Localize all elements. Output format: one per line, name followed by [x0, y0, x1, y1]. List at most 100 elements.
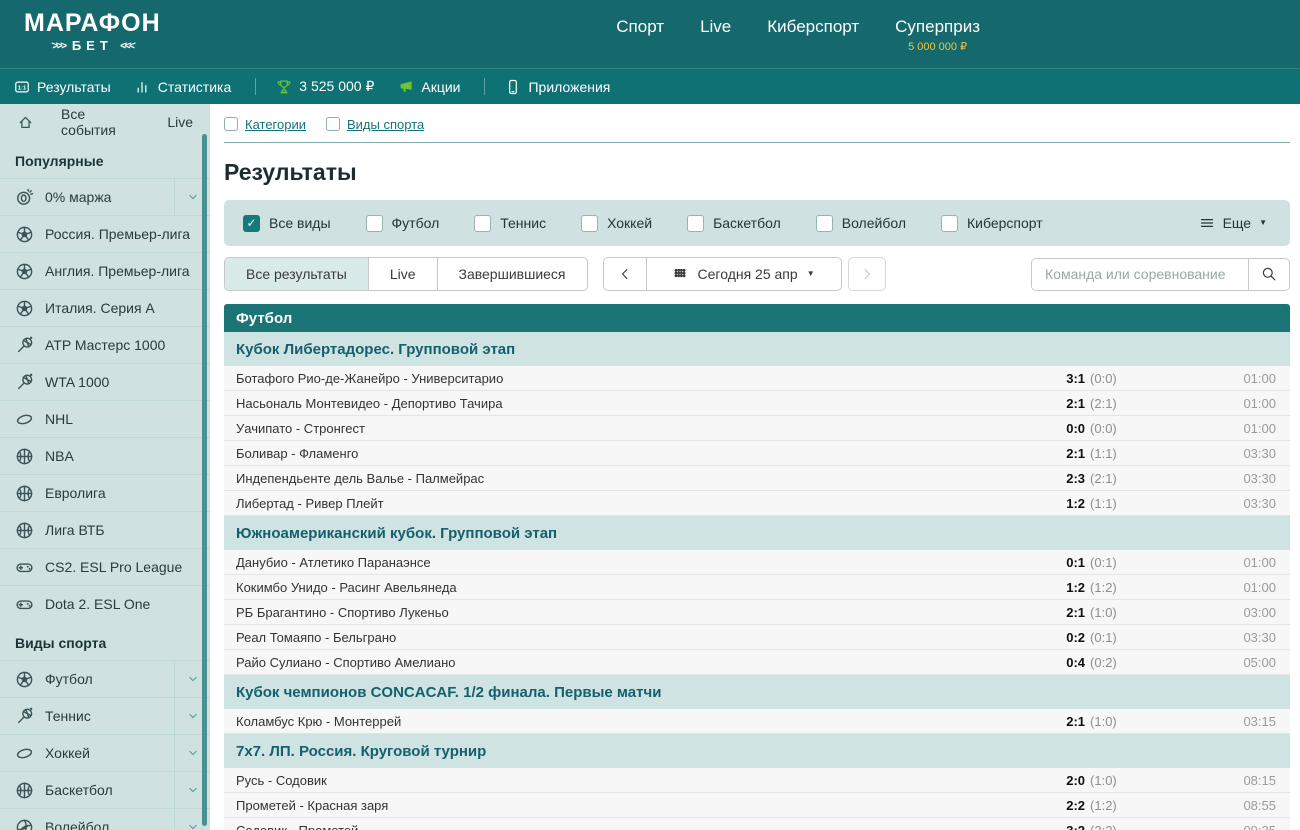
match-row[interactable]: Коламбус Крю - Монтеррей2:1(1:0)03:15 — [224, 709, 1290, 734]
gamepad-icon — [15, 558, 34, 577]
football-icon — [15, 670, 34, 689]
sidebar-item[interactable]: Dota 2. ESL One — [0, 585, 210, 622]
divider — [224, 142, 1290, 143]
match-teams: Насьональ Монтевидео - Депортиво Тачира — [236, 396, 979, 411]
categories-checkbox[interactable] — [224, 117, 238, 131]
sport-filter-футбол[interactable]: Футбол — [366, 215, 440, 232]
sidebar-scrollbar[interactable] — [202, 134, 207, 826]
sport-filter-checkbox[interactable] — [816, 215, 833, 232]
sport-filter-баскетбол[interactable]: Баскетбол — [687, 215, 781, 232]
result-tab-все-результаты[interactable]: Все результаты — [225, 258, 369, 290]
sidebar-item[interactable]: Хоккей — [0, 734, 210, 771]
main-nav-label: Спорт — [616, 17, 664, 37]
match-time: 03:30 — [1204, 630, 1290, 645]
sidebar-item[interactable]: Лига ВТБ — [0, 511, 210, 548]
match-time: 09:35 — [1204, 823, 1290, 830]
sidebar-item-label: WTA 1000 — [45, 374, 210, 390]
categories-toggle[interactable]: Категории — [224, 117, 306, 132]
match-teams: Уачипато - Стронгест — [236, 421, 979, 436]
search-button[interactable] — [1248, 259, 1289, 290]
sport-kinds-checkbox[interactable] — [326, 117, 340, 131]
sidebar-item[interactable]: Теннис — [0, 697, 210, 734]
main-nav-item-киберспорт[interactable]: Киберспорт — [767, 17, 859, 68]
main-nav-item-live[interactable]: Live — [700, 17, 731, 68]
more-filters-button[interactable]: Еще ▼ — [1199, 215, 1267, 231]
match-teams: Индепендьенте дель Валье - Палмейрас — [236, 471, 979, 486]
sidebar-item[interactable]: 0% маржа — [0, 178, 210, 215]
sport-filter-checkbox[interactable]: ✓ — [243, 215, 260, 232]
sidebar-tab-live[interactable]: Live — [167, 114, 193, 130]
match-row[interactable]: Русь - Содовик2:0(1:0)08:15 — [224, 768, 1290, 793]
sidebar-item-label: Хоккей — [45, 745, 168, 761]
main-nav-item-спорт[interactable]: Спорт — [616, 17, 664, 68]
sport-filter-checkbox[interactable] — [474, 215, 491, 232]
sidebar-item-label: Россия. Премьер-лига — [45, 226, 210, 242]
sidebar-item[interactable]: NHL — [0, 400, 210, 437]
sport-filter-киберспорт[interactable]: Киберспорт — [941, 215, 1043, 232]
sport-filter-checkbox[interactable] — [941, 215, 958, 232]
match-row[interactable]: Содовик - Прометей3:2(2:2)09:35 — [224, 818, 1290, 830]
sport-filter-все-виды[interactable]: ✓ Все виды — [243, 215, 331, 232]
sport-kinds-toggle[interactable]: Виды спорта — [326, 117, 424, 132]
sidebar-item[interactable]: Англия. Премьер-лига — [0, 252, 210, 289]
marathonbet-logo[interactable]: МАРАФОН >>> БЕТ <<< — [24, 11, 161, 68]
match-time: 03:30 — [1204, 446, 1290, 461]
home-icon[interactable] — [17, 114, 34, 131]
nav-item-promos[interactable]: Акции — [398, 79, 460, 95]
match-row[interactable]: Либертад - Ривер Плейт1:2(1:1)03:30 — [224, 491, 1290, 516]
nav-item-jackpot[interactable]: 3 525 000 ₽ — [276, 78, 374, 95]
match-row[interactable]: РБ Брагантино - Спортиво Лукеньо2:1(1:0)… — [224, 600, 1290, 625]
match-teams: Либертад - Ривер Плейт — [236, 496, 979, 511]
match-row[interactable]: Райо Сулиано - Спортиво Амелиано0:4(0:2)… — [224, 650, 1290, 675]
sport-filter-checkbox[interactable] — [366, 215, 383, 232]
sidebar-item[interactable]: Евролига — [0, 474, 210, 511]
sidebar-tab-all-events[interactable]: Все события — [61, 106, 140, 138]
main-nav-item-суперприз[interactable]: Суперприз5 000 000 ₽ — [895, 17, 980, 68]
match-row[interactable]: Кокимбо Унидо - Расинг Авельянеда1:2(1:2… — [224, 575, 1290, 600]
sidebar-item[interactable]: Италия. Серия А — [0, 289, 210, 326]
match-score-group: 2:1(1:1) — [979, 446, 1204, 461]
nav-item-statistics[interactable]: Статистика — [135, 79, 232, 95]
match-time: 01:00 — [1204, 555, 1290, 570]
sidebar-item[interactable]: NBA — [0, 437, 210, 474]
sidebar-item[interactable]: Футбол — [0, 660, 210, 697]
sport-filter-теннис[interactable]: Теннис — [474, 215, 546, 232]
next-day-button[interactable] — [848, 257, 886, 291]
match-teams: Коламбус Крю - Монтеррей — [236, 714, 979, 729]
match-time: 03:00 — [1204, 605, 1290, 620]
basketball-icon — [15, 521, 34, 540]
match-row[interactable]: Уачипато - Стронгест0:0(0:0)01:00 — [224, 416, 1290, 441]
sport-filter-хоккей[interactable]: Хоккей — [581, 215, 652, 232]
sidebar-item[interactable]: CS2. ESL Pro League — [0, 548, 210, 585]
sidebar-item[interactable]: Баскетбол — [0, 771, 210, 808]
match-score-group: 0:2(0:1) — [979, 630, 1204, 645]
match-row[interactable]: Прометей - Красная заря2:2(1:2)08:55 — [224, 793, 1290, 818]
sidebar-item[interactable]: Россия. Премьер-лига — [0, 215, 210, 252]
match-row[interactable]: Реал Томаяпо - Бельграно0:2(0:1)03:30 — [224, 625, 1290, 650]
match-row[interactable]: Данубио - Атлетико Паранаэнсе0:1(0:1)01:… — [224, 550, 1290, 575]
search-input[interactable] — [1032, 259, 1248, 290]
result-tab-live[interactable]: Live — [369, 258, 438, 290]
sidebar-item[interactable]: ATP Мастерс 1000 — [0, 326, 210, 363]
match-halftime-score: (1:0) — [1090, 605, 1117, 620]
match-row[interactable]: Индепендьенте дель Валье - Палмейрас2:3(… — [224, 466, 1290, 491]
sport-filter-checkbox[interactable] — [581, 215, 598, 232]
sidebar-item[interactable]: WTA 1000 — [0, 363, 210, 400]
sport-filter-волейбол[interactable]: Волейбол — [816, 215, 906, 232]
sport-filter-label: Хоккей — [607, 215, 652, 231]
match-row[interactable]: Ботафого Рио-де-Жанейро - Университарио3… — [224, 366, 1290, 391]
sidebar-item-label: Dota 2. ESL One — [45, 596, 210, 612]
result-tab-завершившиеся[interactable]: Завершившиеся — [438, 258, 587, 290]
sport-filter-label: Все виды — [269, 215, 331, 231]
sport-filter-checkbox[interactable] — [687, 215, 704, 232]
nav-item-apps[interactable]: Приложения — [505, 79, 610, 95]
sidebar-item-label: Футбол — [45, 671, 168, 687]
nav-item-results[interactable]: 1:1 Результаты — [14, 79, 111, 95]
match-halftime-score: (1:2) — [1090, 580, 1117, 595]
match-row[interactable]: Насьональ Монтевидео - Депортиво Тачира2… — [224, 391, 1290, 416]
sidebar-item[interactable]: Волейбол — [0, 808, 210, 830]
match-row[interactable]: Боливар - Фламенго2:1(1:1)03:30 — [224, 441, 1290, 466]
date-picker-button[interactable]: Сегодня 25 апр ▼ — [647, 258, 841, 290]
prev-day-button[interactable] — [604, 258, 647, 290]
league-header: Южноамериканский кубок. Групповой этап — [224, 516, 1290, 550]
